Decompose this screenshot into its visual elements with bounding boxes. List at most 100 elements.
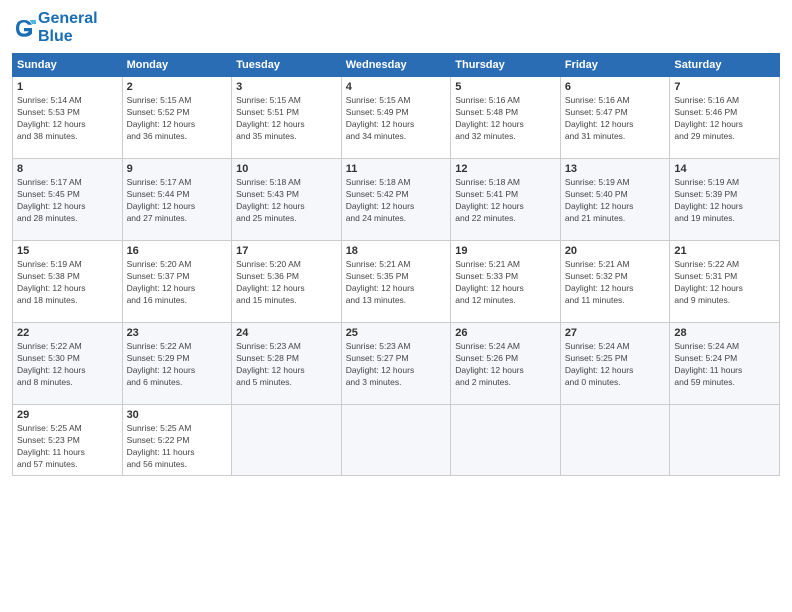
day-number: 10 — [236, 163, 337, 175]
logo: General Blue — [12, 10, 98, 45]
calendar-cell: 20 Sunrise: 5:21 AM Sunset: 5:32 PM Dayli… — [560, 241, 670, 323]
calendar-cell: 12 Sunrise: 5:18 AM Sunset: 5:41 PM Dayli… — [451, 159, 561, 241]
day-number: 29 — [17, 409, 118, 421]
calendar-cell: 8 Sunrise: 5:17 AM Sunset: 5:45 PM Daylig… — [13, 159, 123, 241]
calendar-cell: 4 Sunrise: 5:15 AM Sunset: 5:49 PM Daylig… — [341, 77, 451, 159]
page-container: General Blue SundayMondayTuesdayWednesda… — [0, 0, 792, 486]
day-info: Sunrise: 5:17 AM Sunset: 5:45 PM Dayligh… — [17, 177, 118, 225]
calendar-cell: 18 Sunrise: 5:21 AM Sunset: 5:35 PM Dayli… — [341, 241, 451, 323]
day-number: 23 — [127, 327, 228, 339]
calendar-cell — [670, 405, 780, 476]
day-info: Sunrise: 5:23 AM Sunset: 5:27 PM Dayligh… — [346, 341, 447, 389]
day-info: Sunrise: 5:24 AM Sunset: 5:26 PM Dayligh… — [455, 341, 556, 389]
day-info: Sunrise: 5:16 AM Sunset: 5:46 PM Dayligh… — [674, 95, 775, 143]
calendar-cell: 25Sunrise: 5:23 AM Sunset: 5:27 PM Dayli… — [341, 323, 451, 405]
day-number: 24 — [236, 327, 337, 339]
day-info: Sunrise: 5:24 AM Sunset: 5:24 PM Dayligh… — [674, 341, 775, 389]
day-number: 17 — [236, 245, 337, 257]
calendar-cell: 21 Sunrise: 5:22 AM Sunset: 5:31 PM Dayli… — [670, 241, 780, 323]
day-number: 21 — [674, 245, 775, 257]
day-number: 7 — [674, 81, 775, 93]
day-number: 8 — [17, 163, 118, 175]
logo-text: General Blue — [38, 10, 98, 45]
day-number: 6 — [565, 81, 666, 93]
calendar-cell: 5 Sunrise: 5:16 AM Sunset: 5:48 PM Daylig… — [451, 77, 561, 159]
day-info: Sunrise: 5:21 AM Sunset: 5:32 PM Dayligh… — [565, 259, 666, 307]
calendar-cell: 27Sunrise: 5:24 AM Sunset: 5:25 PM Dayli… — [560, 323, 670, 405]
calendar-cell: 1 Sunrise: 5:14 AM Sunset: 5:53 PM Daylig… — [13, 77, 123, 159]
col-header-tuesday: Tuesday — [232, 54, 342, 77]
day-number: 3 — [236, 81, 337, 93]
calendar-cell: 11 Sunrise: 5:18 AM Sunset: 5:42 PM Dayli… — [341, 159, 451, 241]
day-number: 13 — [565, 163, 666, 175]
day-number: 15 — [17, 245, 118, 257]
col-header-monday: Monday — [122, 54, 232, 77]
day-number: 5 — [455, 81, 556, 93]
day-info: Sunrise: 5:22 AM Sunset: 5:29 PM Dayligh… — [127, 341, 228, 389]
calendar-cell — [341, 405, 451, 476]
day-info: Sunrise: 5:22 AM Sunset: 5:31 PM Dayligh… — [674, 259, 775, 307]
day-number: 11 — [346, 163, 447, 175]
day-info: Sunrise: 5:20 AM Sunset: 5:36 PM Dayligh… — [236, 259, 337, 307]
day-number: 18 — [346, 245, 447, 257]
day-number: 14 — [674, 163, 775, 175]
day-number: 12 — [455, 163, 556, 175]
day-info: Sunrise: 5:16 AM Sunset: 5:47 PM Dayligh… — [565, 95, 666, 143]
calendar-cell: 17 Sunrise: 5:20 AM Sunset: 5:36 PM Dayli… — [232, 241, 342, 323]
calendar-cell: 10Sunrise: 5:18 AM Sunset: 5:43 PM Dayli… — [232, 159, 342, 241]
logo-icon — [12, 16, 36, 40]
day-info: Sunrise: 5:19 AM Sunset: 5:38 PM Dayligh… — [17, 259, 118, 307]
day-number: 26 — [455, 327, 556, 339]
calendar-cell: 24 Sunrise: 5:23 AM Sunset: 5:28 PM Dayli… — [232, 323, 342, 405]
day-info: Sunrise: 5:22 AM Sunset: 5:30 PM Dayligh… — [17, 341, 118, 389]
calendar-cell: 26 Sunrise: 5:24 AM Sunset: 5:26 PM Dayli… — [451, 323, 561, 405]
day-info: Sunrise: 5:23 AM Sunset: 5:28 PM Dayligh… — [236, 341, 337, 389]
calendar-cell: 6 Sunrise: 5:16 AM Sunset: 5:47 PM Daylig… — [560, 77, 670, 159]
day-number: 30 — [127, 409, 228, 421]
col-header-thursday: Thursday — [451, 54, 561, 77]
day-info: Sunrise: 5:17 AM Sunset: 5:44 PM Dayligh… — [127, 177, 228, 225]
day-number: 16 — [127, 245, 228, 257]
calendar-cell: 9 Sunrise: 5:17 AM Sunset: 5:44 PM Daylig… — [122, 159, 232, 241]
calendar-cell: 19 Sunrise: 5:21 AM Sunset: 5:33 PM Dayli… — [451, 241, 561, 323]
day-info: Sunrise: 5:25 AM Sunset: 5:22 PM Dayligh… — [127, 423, 228, 471]
calendar-cell: 7 Sunrise: 5:16 AM Sunset: 5:46 PM Daylig… — [670, 77, 780, 159]
day-number: 2 — [127, 81, 228, 93]
day-info: Sunrise: 5:19 AM Sunset: 5:39 PM Dayligh… — [674, 177, 775, 225]
calendar-cell: 3 Sunrise: 5:15 AM Sunset: 5:51 PM Daylig… — [232, 77, 342, 159]
day-number: 19 — [455, 245, 556, 257]
day-info: Sunrise: 5:16 AM Sunset: 5:48 PM Dayligh… — [455, 95, 556, 143]
day-info: Sunrise: 5:18 AM Sunset: 5:42 PM Dayligh… — [346, 177, 447, 225]
day-number: 9 — [127, 163, 228, 175]
calendar-cell: 16 Sunrise: 5:20 AM Sunset: 5:37 PM Dayli… — [122, 241, 232, 323]
day-info: Sunrise: 5:18 AM Sunset: 5:41 PM Dayligh… — [455, 177, 556, 225]
col-header-wednesday: Wednesday — [341, 54, 451, 77]
calendar-cell: 22 Sunrise: 5:22 AM Sunset: 5:30 PM Dayli… — [13, 323, 123, 405]
page-header: General Blue — [12, 10, 780, 45]
day-info: Sunrise: 5:15 AM Sunset: 5:49 PM Dayligh… — [346, 95, 447, 143]
day-info: Sunrise: 5:14 AM Sunset: 5:53 PM Dayligh… — [17, 95, 118, 143]
calendar-cell: 29 Sunrise: 5:25 AM Sunset: 5:23 PM Dayli… — [13, 405, 123, 476]
calendar-cell — [451, 405, 561, 476]
day-info: Sunrise: 5:15 AM Sunset: 5:51 PM Dayligh… — [236, 95, 337, 143]
day-number: 28 — [674, 327, 775, 339]
day-number: 1 — [17, 81, 118, 93]
day-number: 20 — [565, 245, 666, 257]
day-info: Sunrise: 5:25 AM Sunset: 5:23 PM Dayligh… — [17, 423, 118, 471]
col-header-friday: Friday — [560, 54, 670, 77]
day-number: 4 — [346, 81, 447, 93]
calendar-cell: 2Sunrise: 5:15 AM Sunset: 5:52 PM Daylig… — [122, 77, 232, 159]
day-number: 27 — [565, 327, 666, 339]
calendar-cell — [560, 405, 670, 476]
calendar-cell: 14 Sunrise: 5:19 AM Sunset: 5:39 PM Dayli… — [670, 159, 780, 241]
calendar-cell — [232, 405, 342, 476]
col-header-sunday: Sunday — [13, 54, 123, 77]
calendar-cell: 30 Sunrise: 5:25 AM Sunset: 5:22 PM Dayli… — [122, 405, 232, 476]
calendar-cell: 23 Sunrise: 5:22 AM Sunset: 5:29 PM Dayli… — [122, 323, 232, 405]
day-number: 22 — [17, 327, 118, 339]
calendar-cell: 15 Sunrise: 5:19 AM Sunset: 5:38 PM Dayli… — [13, 241, 123, 323]
day-info: Sunrise: 5:20 AM Sunset: 5:37 PM Dayligh… — [127, 259, 228, 307]
col-header-saturday: Saturday — [670, 54, 780, 77]
day-info: Sunrise: 5:21 AM Sunset: 5:35 PM Dayligh… — [346, 259, 447, 307]
day-info: Sunrise: 5:21 AM Sunset: 5:33 PM Dayligh… — [455, 259, 556, 307]
